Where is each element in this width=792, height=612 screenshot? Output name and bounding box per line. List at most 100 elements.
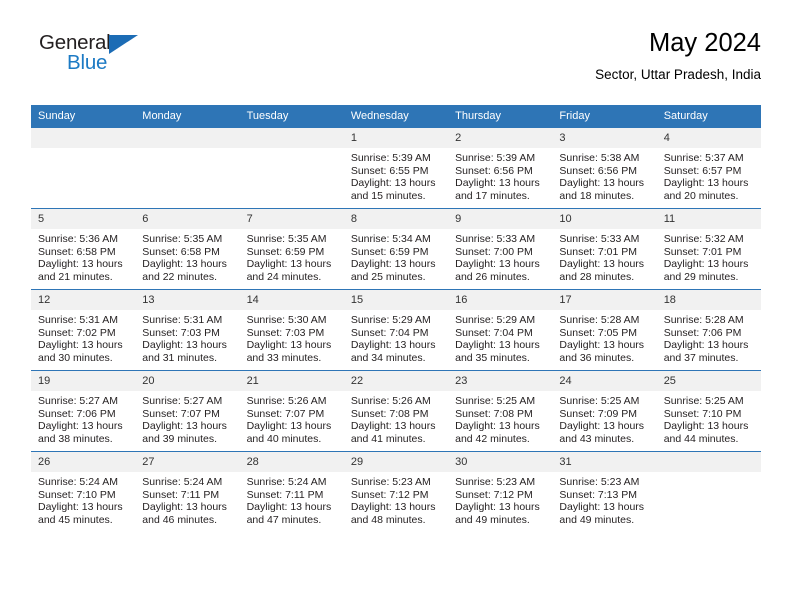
day-number: 27 [135, 452, 240, 472]
day-number [31, 128, 136, 148]
sunrise-text: Sunrise: 5:33 AM [559, 233, 640, 245]
day-details: Sunrise: 5:28 AM Sunset: 7:05 PM Daylight:… [552, 310, 656, 364]
daylight-text-line2: and 49 minutes. [559, 513, 635, 526]
day-number: 18 [656, 290, 761, 310]
calendar-day-cell[interactable]: 7 Sunrise: 5:35 AM Sunset: 6:59 PM Daylight… [239, 208, 344, 290]
sunset-text: Sunset: 7:10 PM [38, 488, 116, 501]
day-number: 29 [343, 452, 449, 472]
calendar-day-cell[interactable]: 19 Sunrise: 5:27 AM Sunset: 7:06 PM Dayligh… [31, 370, 136, 452]
calendar-day-cell[interactable]: 6 Sunrise: 5:35 AM Sunset: 6:58 PM Daylight… [135, 208, 240, 290]
calendar-day-cell[interactable]: 14 Sunrise: 5:30 AM Sunset: 7:03 PM Dayligh… [239, 289, 344, 371]
day-details: Sunrise: 5:26 AM Sunset: 7:08 PM Daylight:… [344, 391, 448, 445]
sunrise-text: Sunrise: 5:25 AM [559, 395, 640, 407]
sunrise-text: Sunrise: 5:27 AM [38, 395, 118, 407]
calendar-day-cell[interactable]: 9 Sunrise: 5:33 AM Sunset: 7:00 PM Daylight… [448, 208, 553, 290]
calendar-day-cell[interactable]: 12 Sunrise: 5:31 AM Sunset: 7:02 PM Dayligh… [31, 289, 136, 371]
sunrise-text: Sunrise: 5:24 AM [142, 476, 223, 488]
sunrise-text: Sunrise: 5:26 AM [350, 395, 431, 407]
day-number: 3 [552, 128, 657, 148]
calendar-body: 1 Sunrise: 5:39 AM Sunset: 6:55 PM Daylight… [31, 128, 761, 532]
daylight-text-line2: and 34 minutes. [350, 351, 426, 364]
calendar-day-cell[interactable]: 8 Sunrise: 5:34 AM Sunset: 6:59 PM Daylight… [343, 208, 449, 290]
day-number [656, 452, 761, 472]
weekday-header-monday: Monday [135, 105, 240, 128]
day-number: 31 [552, 452, 657, 472]
calendar-day-cell[interactable]: 26 Sunrise: 5:24 AM Sunset: 7:10 PM Dayligh… [31, 451, 136, 532]
calendar-day-cell[interactable]: 3 Sunrise: 5:38 AM Sunset: 6:56 PM Daylight… [552, 128, 657, 209]
day-details: Sunrise: 5:24 AM Sunset: 7:11 PM Daylight:… [135, 472, 239, 526]
calendar-day-cell[interactable]: 27 Sunrise: 5:24 AM Sunset: 7:11 PM Dayligh… [135, 451, 240, 532]
calendar-day-cell[interactable]: 11 Sunrise: 5:32 AM Sunset: 7:01 PM Dayligh… [656, 208, 761, 290]
calendar-day-cell[interactable]: 28 Sunrise: 5:24 AM Sunset: 7:11 PM Dayligh… [239, 451, 344, 532]
daylight-text-line1: Daylight: 13 hours [663, 339, 749, 352]
daylight-text-line1: Daylight: 13 hours [142, 420, 227, 433]
daylight-text-line1: Daylight: 13 hours [350, 339, 436, 352]
sunset-text: Sunset: 6:59 PM [246, 245, 325, 258]
calendar-day-cell[interactable]: 15 Sunrise: 5:29 AM Sunset: 7:04 PM Dayligh… [343, 289, 449, 371]
day-details: Sunrise: 5:25 AM Sunset: 7:08 PM Daylight:… [448, 391, 552, 445]
day-details: Sunrise: 5:26 AM Sunset: 7:07 PM Daylight:… [240, 391, 344, 445]
daylight-text-line1: Daylight: 13 hours [38, 501, 123, 514]
sunrise-text: Sunrise: 5:27 AM [142, 395, 223, 407]
daylight-text-line1: Daylight: 13 hours [38, 258, 123, 271]
daylight-text-line1: Daylight: 13 hours [663, 420, 749, 433]
daylight-text-line2: and 46 minutes. [142, 513, 217, 526]
calendar-day-cell[interactable]: 22 Sunrise: 5:26 AM Sunset: 7:08 PM Dayligh… [343, 370, 449, 452]
daylight-text-line1: Daylight: 13 hours [246, 501, 332, 514]
sunrise-text: Sunrise: 5:39 AM [350, 152, 431, 164]
daylight-text-line2: and 17 minutes. [455, 189, 530, 202]
calendar-day-cell[interactable]: 5 Sunrise: 5:36 AM Sunset: 6:58 PM Daylight… [31, 208, 136, 290]
day-number: 17 [552, 290, 657, 310]
day-details: Sunrise: 5:29 AM Sunset: 7:04 PM Daylight:… [344, 310, 448, 364]
day-number: 24 [552, 371, 657, 391]
day-details: Sunrise: 5:36 AM Sunset: 6:58 PM Daylight:… [31, 229, 135, 283]
sunrise-text: Sunrise: 5:34 AM [350, 233, 431, 245]
sunset-text: Sunset: 7:02 PM [38, 326, 116, 339]
calendar-day-cell[interactable]: 18 Sunrise: 5:28 AM Sunset: 7:06 PM Dayligh… [656, 289, 761, 371]
sunset-text: Sunset: 7:06 PM [663, 326, 742, 339]
sunrise-text: Sunrise: 5:23 AM [559, 476, 640, 488]
sunset-text: Sunset: 7:12 PM [455, 488, 533, 501]
day-details [135, 148, 239, 152]
calendar-day-cell[interactable]: 1 Sunrise: 5:39 AM Sunset: 6:55 PM Daylight… [343, 128, 449, 209]
day-details: Sunrise: 5:27 AM Sunset: 7:07 PM Daylight:… [135, 391, 239, 445]
daylight-text-line1: Daylight: 13 hours [350, 177, 436, 190]
calendar-day-cell[interactable]: 2 Sunrise: 5:39 AM Sunset: 6:56 PM Daylight… [448, 128, 553, 209]
sunset-text: Sunset: 7:07 PM [246, 407, 325, 420]
calendar-day-cell[interactable]: 21 Sunrise: 5:26 AM Sunset: 7:07 PM Dayligh… [239, 370, 344, 452]
daylight-text-line2: and 42 minutes. [455, 432, 530, 445]
calendar-week-row: 5 Sunrise: 5:36 AM Sunset: 6:58 PM Daylight… [31, 208, 761, 290]
day-number: 26 [31, 452, 136, 472]
calendar-day-cell[interactable]: 24 Sunrise: 5:25 AM Sunset: 7:09 PM Dayligh… [552, 370, 657, 452]
calendar-day-cell[interactable]: 29 Sunrise: 5:23 AM Sunset: 7:12 PM Dayligh… [343, 451, 449, 532]
calendar-day-cell[interactable]: 13 Sunrise: 5:31 AM Sunset: 7:03 PM Dayligh… [135, 289, 240, 371]
daylight-text-line2: and 31 minutes. [142, 351, 217, 364]
sunrise-text: Sunrise: 5:32 AM [663, 233, 744, 245]
day-number: 14 [239, 290, 344, 310]
calendar-day-cell[interactable]: 25 Sunrise: 5:25 AM Sunset: 7:10 PM Dayligh… [656, 370, 761, 452]
calendar-day-cell[interactable]: 4 Sunrise: 5:37 AM Sunset: 6:57 PM Daylight… [656, 128, 761, 209]
sunset-text: Sunset: 7:03 PM [246, 326, 325, 339]
generalblue-logo[interactable]: General Blue [39, 32, 159, 84]
daylight-text-line2: and 21 minutes. [38, 270, 113, 283]
day-number: 11 [656, 209, 761, 229]
sunset-text: Sunset: 7:13 PM [559, 488, 638, 501]
calendar-head: Sunday Monday Tuesday Wednesday Thursday… [31, 105, 761, 128]
daylight-text-line2: and 39 minutes. [142, 432, 217, 445]
calendar-day-cell[interactable]: 17 Sunrise: 5:28 AM Sunset: 7:05 PM Dayligh… [552, 289, 657, 371]
daylight-text-line1: Daylight: 13 hours [38, 339, 123, 352]
daylight-text-line1: Daylight: 13 hours [455, 420, 540, 433]
calendar-day-cell[interactable]: 16 Sunrise: 5:29 AM Sunset: 7:04 PM Dayligh… [448, 289, 553, 371]
sunrise-text: Sunrise: 5:35 AM [142, 233, 223, 245]
calendar-day-cell[interactable]: 30 Sunrise: 5:23 AM Sunset: 7:12 PM Dayligh… [448, 451, 553, 532]
calendar-day-cell[interactable]: 10 Sunrise: 5:33 AM Sunset: 7:01 PM Dayligh… [552, 208, 657, 290]
calendar-day-cell[interactable]: 20 Sunrise: 5:27 AM Sunset: 7:07 PM Dayligh… [135, 370, 240, 452]
daylight-text-line1: Daylight: 13 hours [455, 501, 540, 514]
calendar-week-row: 1 Sunrise: 5:39 AM Sunset: 6:55 PM Daylight… [31, 128, 761, 209]
calendar-day-cell[interactable]: 31 Sunrise: 5:23 AM Sunset: 7:13 PM Dayligh… [552, 451, 657, 532]
weekday-header-sunday: Sunday [31, 105, 136, 128]
sunset-text: Sunset: 7:04 PM [455, 326, 533, 339]
day-number: 4 [656, 128, 761, 148]
calendar-day-cell[interactable]: 23 Sunrise: 5:25 AM Sunset: 7:08 PM Dayligh… [448, 370, 553, 452]
day-details: Sunrise: 5:30 AM Sunset: 7:03 PM Daylight:… [240, 310, 344, 364]
